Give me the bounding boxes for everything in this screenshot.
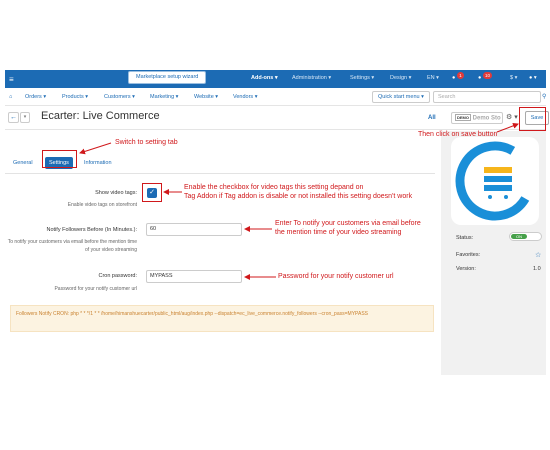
arrow-to-save: [496, 122, 519, 133]
annotation-notify-line2: the mention time of your video streaming: [275, 229, 402, 236]
annotation-checkbox-line1: Enable the checkbox for video tags this …: [184, 184, 364, 191]
annotation-switch-tab: Switch to setting tab: [115, 139, 178, 146]
arrow-to-settings-tab: [79, 142, 112, 155]
annotation-checkbox-line2: Tag Addon if Tag addon is disable or not…: [184, 193, 413, 200]
annotation-save: Then click on save button: [418, 131, 498, 138]
annotation-password: Password for your notify customer url: [278, 273, 394, 280]
annotation-notify-line1: Enter To notify your customers via email…: [275, 220, 421, 227]
